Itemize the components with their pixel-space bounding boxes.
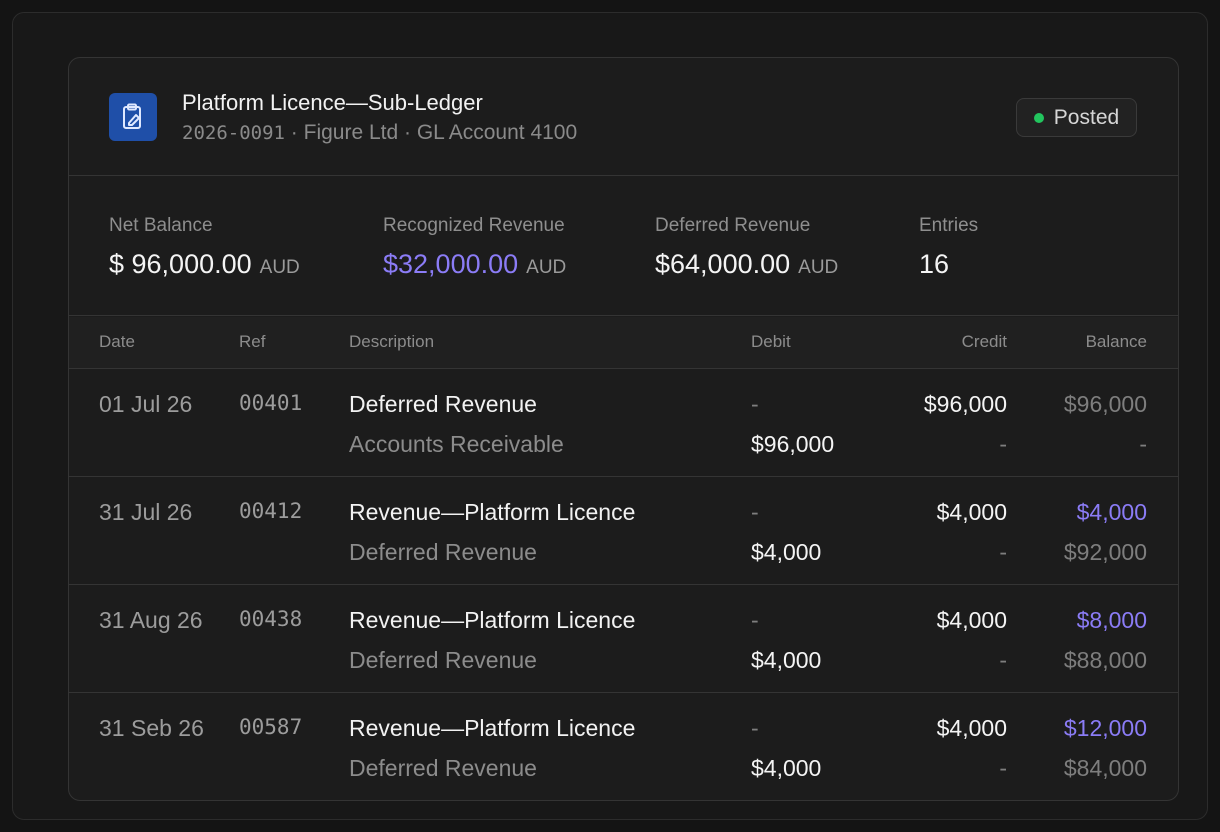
entry-balance: $8,000 bbox=[1076, 607, 1147, 633]
column-header-credit[interactable]: Credit bbox=[962, 332, 1007, 352]
table-row[interactable]: 31 Jul 26 00412 Revenue—Platform Licence… bbox=[69, 477, 1178, 585]
entry-credit: $4,000 bbox=[936, 607, 1007, 633]
entry-debit: $96,000 bbox=[751, 431, 835, 457]
stat-value: $ 96,000.00 AUD bbox=[109, 249, 300, 280]
table-row[interactable]: 31 Seb 26 00587 Revenue—Platform Licence… bbox=[69, 693, 1178, 800]
column-header-debit[interactable]: Debit bbox=[751, 332, 791, 352]
status-dot-icon bbox=[1033, 112, 1044, 123]
entry-credit: - bbox=[999, 431, 1007, 457]
entry-ref: 00587 bbox=[239, 715, 303, 739]
entry-description-secondary: Deferred Revenue bbox=[349, 647, 537, 673]
entry-balance: $92,000 bbox=[1063, 539, 1147, 565]
column-header-description[interactable]: Description bbox=[349, 332, 434, 352]
entry-description-primary: Revenue—Platform Licence bbox=[349, 607, 636, 633]
column-header-ref[interactable]: Ref bbox=[239, 332, 265, 352]
entry-date: 31 Aug 26 bbox=[99, 607, 203, 633]
summary-stats: Net Balance $ 96,000.00 AUD Recognized Re… bbox=[69, 177, 1178, 316]
stat-amount: 16 bbox=[919, 249, 950, 279]
entry-description-secondary: Accounts Receivable bbox=[349, 431, 564, 457]
entry-balance: $96,000 bbox=[1063, 391, 1147, 417]
stat-value: 16 bbox=[919, 249, 978, 280]
stat-amount: $ 96,000.00 bbox=[109, 249, 252, 279]
stat-value: $32,000.00 AUD bbox=[383, 249, 566, 280]
entry-balance: $88,000 bbox=[1063, 647, 1147, 673]
stat-recognized-revenue: Recognized Revenue $32,000.00 AUD bbox=[383, 215, 566, 280]
table-row[interactable]: 31 Aug 26 00438 Revenue—Platform Licence… bbox=[69, 585, 1178, 693]
stat-currency: AUD bbox=[526, 257, 567, 278]
table-row[interactable]: 01 Jul 26 00401 Deferred Revenue Account… bbox=[69, 369, 1178, 477]
entry-balance: - bbox=[1139, 431, 1147, 457]
entry-date: 31 Jul 26 bbox=[99, 499, 193, 525]
ledger-card: Platform Licence—Sub-Ledger 2026-0091 · … bbox=[68, 57, 1179, 801]
entry-date: 01 Jul 26 bbox=[99, 391, 193, 417]
ledger-meta: · Figure Ltd · GL Account 4100 bbox=[284, 121, 578, 144]
status-badge: Posted bbox=[1016, 98, 1137, 137]
entry-debit: $4,000 bbox=[751, 755, 822, 781]
entry-debit: - bbox=[751, 391, 759, 417]
stat-currency: AUD bbox=[259, 257, 300, 278]
stat-label: Net Balance bbox=[109, 215, 213, 236]
entry-description-primary: Revenue—Platform Licence bbox=[349, 499, 636, 525]
entry-description-primary: Deferred Revenue bbox=[349, 391, 537, 417]
stat-label: Recognized Revenue bbox=[383, 215, 565, 236]
stat-label: Deferred Revenue bbox=[655, 215, 811, 236]
column-header-date[interactable]: Date bbox=[99, 332, 135, 352]
entry-description-primary: Revenue—Platform Licence bbox=[349, 715, 636, 741]
entry-debit: $4,000 bbox=[751, 539, 822, 565]
stat-value: $64,000.00 AUD bbox=[655, 249, 838, 280]
entry-ref: 00401 bbox=[239, 391, 303, 415]
entry-credit: $96,000 bbox=[923, 391, 1007, 417]
entry-ref: 00438 bbox=[239, 607, 303, 631]
entry-credit: - bbox=[999, 647, 1007, 673]
entry-date: 31 Seb 26 bbox=[99, 715, 204, 741]
entry-debit: $4,000 bbox=[751, 647, 822, 673]
status-label: Posted bbox=[1053, 105, 1120, 129]
entry-credit: - bbox=[999, 539, 1007, 565]
stat-currency: AUD bbox=[798, 257, 839, 278]
entry-description-secondary: Deferred Revenue bbox=[349, 755, 537, 781]
clipboard-pen-icon bbox=[109, 93, 157, 141]
entry-description-secondary: Deferred Revenue bbox=[349, 539, 537, 565]
entry-balance: $4,000 bbox=[1076, 499, 1147, 525]
stat-label: Entries bbox=[919, 215, 979, 236]
window-frame: Platform Licence—Sub-Ledger 2026-0091 · … bbox=[12, 12, 1208, 820]
entry-balance: $84,000 bbox=[1063, 755, 1147, 781]
entry-credit: $4,000 bbox=[936, 499, 1007, 525]
table-header: Date Ref Description Debit Credit Balanc… bbox=[69, 317, 1178, 369]
ledger-code: 2026-0091 bbox=[182, 122, 285, 144]
stat-amount: $32,000.00 bbox=[383, 249, 519, 279]
entry-debit: - bbox=[751, 499, 759, 525]
column-header-balance[interactable]: Balance bbox=[1086, 332, 1147, 352]
entry-balance: $12,000 bbox=[1063, 715, 1147, 741]
stat-net-balance: Net Balance $ 96,000.00 AUD bbox=[109, 215, 300, 280]
page-title: Platform Licence—Sub-Ledger bbox=[182, 90, 483, 115]
stat-amount: $64,000.00 bbox=[655, 249, 791, 279]
entry-ref: 00412 bbox=[239, 499, 303, 523]
stat-deferred-revenue: Deferred Revenue $64,000.00 AUD bbox=[655, 215, 838, 280]
ledger-subtitle: 2026-0091 · Figure Ltd · GL Account 4100 bbox=[182, 121, 577, 145]
stat-entries: Entries 16 bbox=[919, 215, 978, 280]
entry-credit: - bbox=[999, 755, 1007, 781]
entry-debit: - bbox=[751, 607, 759, 633]
entry-credit: $4,000 bbox=[936, 715, 1007, 741]
entry-debit: - bbox=[751, 715, 759, 741]
card-header: Platform Licence—Sub-Ledger 2026-0091 · … bbox=[69, 58, 1178, 176]
